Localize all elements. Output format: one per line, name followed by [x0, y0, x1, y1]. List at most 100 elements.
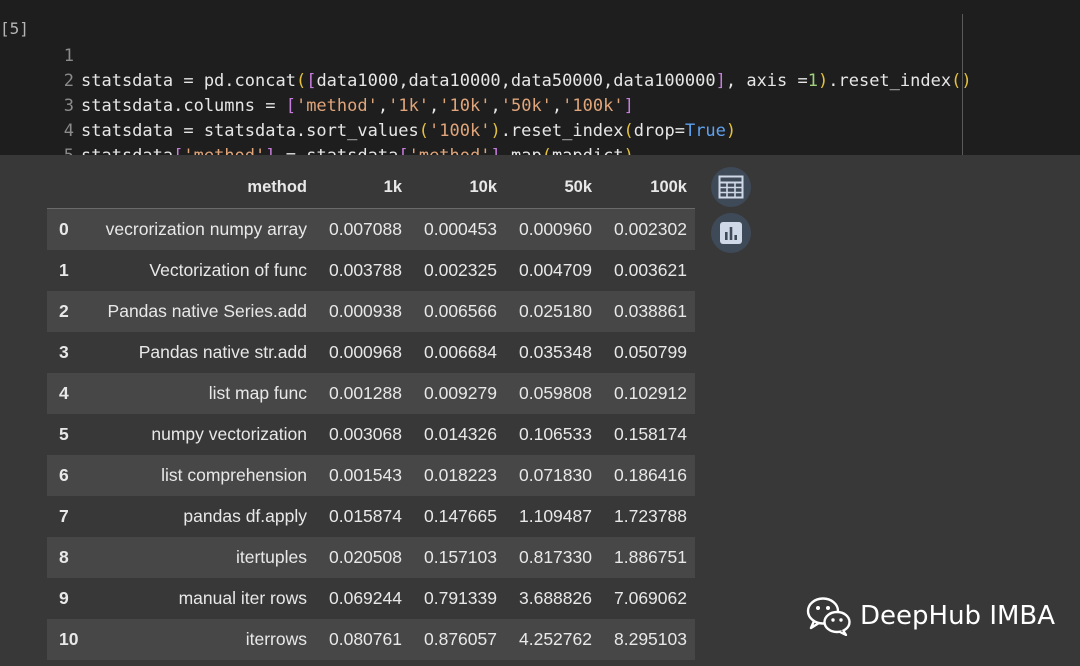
table-body: 0 vecrorization numpy array 0.007088 0.0004…: [47, 208, 695, 660]
row-index: 8: [47, 537, 87, 578]
cell-100k: 0.186416: [600, 455, 695, 496]
cell-100k: 0.003621: [600, 250, 695, 291]
cell-50k: 1.109487: [505, 496, 600, 537]
cell-50k: 0.025180: [505, 291, 600, 332]
code-line[interactable]: 5 statsdata: [0, 119, 1080, 191]
cell-100k: 0.102912: [600, 373, 695, 414]
cell-10k: 0.018223: [410, 455, 505, 496]
cell-output: method 1k 10k 50k 100k 0 vecrorization nu…: [0, 155, 1080, 666]
cell-10k: 0.791339: [410, 578, 505, 619]
cell-1k: 0.001543: [315, 455, 410, 496]
cell-10k: 0.006566: [410, 291, 505, 332]
bar-chart-icon: [720, 222, 742, 244]
row-index: 9: [47, 578, 87, 619]
line-length-ruler: [962, 14, 963, 155]
cell-1k: 0.003788: [315, 250, 410, 291]
cell-method: list comprehension: [87, 455, 315, 496]
cell-method: numpy vectorization: [87, 414, 315, 455]
cell-50k: 0.035348: [505, 332, 600, 373]
cell-10k: 0.876057: [410, 619, 505, 660]
row-index: 6: [47, 455, 87, 496]
table-row: 8 itertuples 0.020508 0.157103 0.817330 1.886…: [47, 537, 695, 578]
table-row: 9 manual iter rows 0.069244 0.791339 3.68882…: [47, 578, 695, 619]
cell-100k: 8.295103: [600, 619, 695, 660]
cell-50k: 0.106533: [505, 414, 600, 455]
cell-50k: 4.252762: [505, 619, 600, 660]
cell-50k: 0.817330: [505, 537, 600, 578]
wechat-logo-icon: [806, 597, 851, 636]
code-cell[interactable]: [5] 1 statsdata = pd.concat([data1000,da…: [0, 0, 1080, 191]
table-row: 1 Vectorization of func 0.003788 0.002325 0.…: [47, 250, 695, 291]
code-editor[interactable]: 1 statsdata = pd.concat([data1000,data10…: [0, 19, 1080, 191]
watermark-text: DeepHub IMBA: [860, 601, 1056, 631]
code-line[interactable]: 3 statsdata = statsdata.sort_values('100…: [0, 69, 1080, 141]
cell-10k: 0.006684: [410, 332, 505, 373]
table-row: 0 vecrorization numpy array 0.007088 0.0004…: [47, 208, 695, 250]
cell-100k: 7.069062: [600, 578, 695, 619]
row-index: 4: [47, 373, 87, 414]
cell-1k: 0.015874: [315, 496, 410, 537]
code-line[interactable]: 2 statsdata.columns = ['method','1k','10…: [0, 44, 1080, 116]
table-icon: [718, 175, 744, 199]
dataframe-table: method 1k 10k 50k 100k 0 vecrorization nu…: [47, 166, 695, 660]
cell-100k: 0.050799: [600, 332, 695, 373]
cell-50k: 0.004709: [505, 250, 600, 291]
table-row: 6 list comprehension 0.001543 0.018223 0.071…: [47, 455, 695, 496]
column-header-100k: 100k: [600, 166, 695, 209]
cell-method: Vectorization of func: [87, 250, 315, 291]
table-row: 5 numpy vectorization 0.003068 0.014326 0.10…: [47, 414, 695, 455]
cell-method: pandas df.apply: [87, 496, 315, 537]
cell-1k: 0.080761: [315, 619, 410, 660]
cell-10k: 0.147665: [410, 496, 505, 537]
row-index: 10: [47, 619, 87, 660]
cell-method: list map func: [87, 373, 315, 414]
cell-method: Pandas native Series.add: [87, 291, 315, 332]
cell-10k: 0.009279: [410, 373, 505, 414]
column-header-10k: 10k: [410, 166, 505, 209]
suggest-charts-button[interactable]: [711, 213, 751, 253]
cell-method: manual iter rows: [87, 578, 315, 619]
column-header-50k: 50k: [505, 166, 600, 209]
row-index: 1: [47, 250, 87, 291]
table-row: 4 list map func 0.001288 0.009279 0.059808 0.…: [47, 373, 695, 414]
cell-1k: 0.000968: [315, 332, 410, 373]
row-index: 7: [47, 496, 87, 537]
row-index: 5: [47, 414, 87, 455]
cell-10k: 0.014326: [410, 414, 505, 455]
cell-1k: 0.007088: [315, 208, 410, 250]
table-header-row: method 1k 10k 50k 100k: [47, 166, 695, 209]
cell-50k: 0.059808: [505, 373, 600, 414]
cell-50k: 3.688826: [505, 578, 600, 619]
cell-100k: 0.038861: [600, 291, 695, 332]
watermark: DeepHub IMBA: [806, 596, 1055, 636]
cell-method: iterrows: [87, 619, 315, 660]
cell-50k: 0.000960: [505, 208, 600, 250]
cell-method: Pandas native str.add: [87, 332, 315, 373]
cell-1k: 0.003068: [315, 414, 410, 455]
cell-100k: 0.158174: [600, 414, 695, 455]
row-index: 0: [47, 208, 87, 250]
cell-1k: 0.000938: [315, 291, 410, 332]
cell-10k: 0.157103: [410, 537, 505, 578]
cell-100k: 0.002302: [600, 208, 695, 250]
code-line[interactable]: 4 statsdata['method'] = statsdata['metho…: [0, 94, 1080, 166]
cell-50k: 0.071830: [505, 455, 600, 496]
cell-1k: 0.020508: [315, 537, 410, 578]
column-header-method: method: [87, 166, 315, 209]
table-view-button[interactable]: [711, 167, 751, 207]
row-index: 3: [47, 332, 87, 373]
cell-method: vecrorization numpy array: [87, 208, 315, 250]
table-row: 3 Pandas native str.add 0.000968 0.006684 0.…: [47, 332, 695, 373]
code-line[interactable]: 1 statsdata = pd.concat([data1000,data10…: [0, 19, 1080, 91]
column-header-1k: 1k: [315, 166, 410, 209]
cell-1k: 0.069244: [315, 578, 410, 619]
row-index: 2: [47, 291, 87, 332]
cell-method: itertuples: [87, 537, 315, 578]
table-row: 10 iterrows 0.080761 0.876057 4.252762 8.2951…: [47, 619, 695, 660]
cell-1k: 0.001288: [315, 373, 410, 414]
index-header: [47, 166, 87, 209]
cell-10k: 0.002325: [410, 250, 505, 291]
table-row: 7 pandas df.apply 0.015874 0.147665 1.109487…: [47, 496, 695, 537]
table-row: 2 Pandas native Series.add 0.000938 0.00656…: [47, 291, 695, 332]
cell-100k: 1.886751: [600, 537, 695, 578]
